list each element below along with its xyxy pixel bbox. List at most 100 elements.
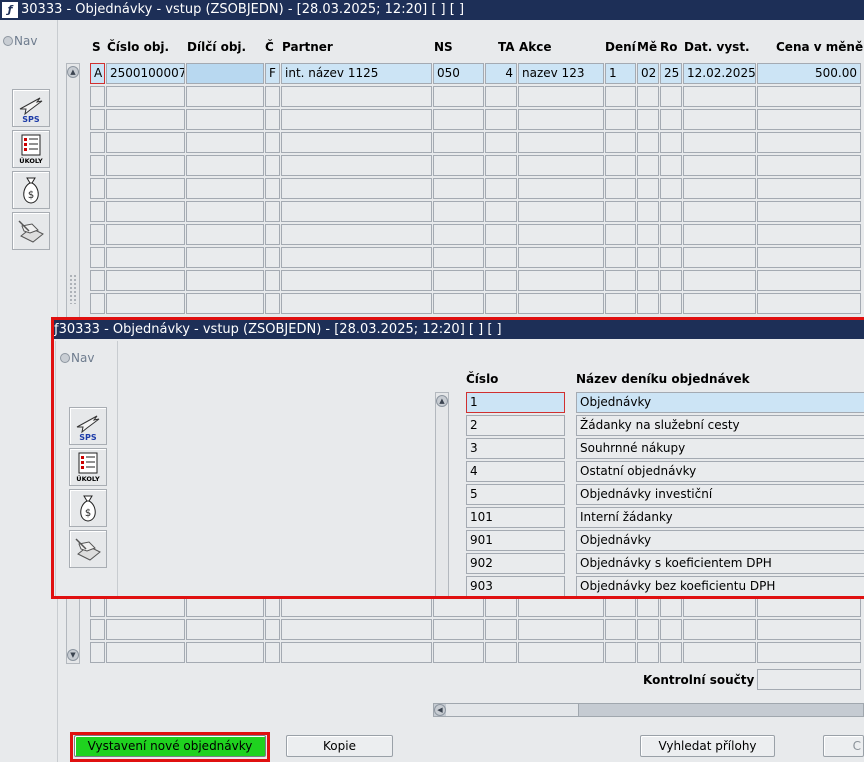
cell-deni[interactable] xyxy=(605,293,636,314)
cell-me[interactable] xyxy=(637,155,659,176)
cell-akce[interactable] xyxy=(518,178,604,199)
cell-c[interactable] xyxy=(265,247,280,268)
cell-c[interactable] xyxy=(265,178,280,199)
cell-partner[interactable] xyxy=(281,270,432,291)
inner-sign-document-button[interactable] xyxy=(69,530,107,568)
cell-dat-vyst[interactable] xyxy=(683,619,756,640)
cell-cena[interactable] xyxy=(757,86,861,107)
journal-number-cell[interactable]: 101 xyxy=(466,507,565,528)
sps-button[interactable]: SPS xyxy=(12,89,50,127)
cell-deni[interactable] xyxy=(605,596,636,617)
cell-dilci-obj[interactable] xyxy=(186,132,264,153)
cell-akce[interactable] xyxy=(518,155,604,176)
cell-deni[interactable] xyxy=(605,247,636,268)
cell-dilci-obj[interactable] xyxy=(186,178,264,199)
cell-akce[interactable] xyxy=(518,224,604,245)
cell-ta[interactable] xyxy=(485,293,517,314)
cell-deni[interactable]: 1 xyxy=(605,63,636,84)
cell-dilci-obj[interactable] xyxy=(186,247,264,268)
cell-cislo-obj[interactable]: 2500100007 xyxy=(106,63,185,84)
cell-c[interactable] xyxy=(265,201,280,222)
cell-cena[interactable] xyxy=(757,132,861,153)
cell-dat-vyst[interactable] xyxy=(683,109,756,130)
cell-partner[interactable] xyxy=(281,201,432,222)
cell-s[interactable] xyxy=(90,132,105,153)
lov-vertical-scrollbar[interactable]: ▲ xyxy=(435,392,449,596)
journal-number-cell[interactable]: 1 xyxy=(466,392,565,413)
cell-me[interactable] xyxy=(637,86,659,107)
cell-ns[interactable] xyxy=(433,132,484,153)
cell-cena[interactable] xyxy=(757,642,861,663)
journal-name-cell[interactable]: Interní žádanky xyxy=(576,507,864,528)
cell-partner[interactable] xyxy=(281,155,432,176)
cell-c[interactable] xyxy=(265,270,280,291)
cell-ro[interactable] xyxy=(660,642,682,663)
cell-cena[interactable] xyxy=(757,293,861,314)
cell-ro[interactable] xyxy=(660,155,682,176)
cell-ro[interactable] xyxy=(660,293,682,314)
cell-dilci-obj[interactable] xyxy=(186,109,264,130)
journal-name-cell[interactable]: Objednávky xyxy=(576,392,864,413)
cell-ns[interactable] xyxy=(433,293,484,314)
cell-me[interactable] xyxy=(637,247,659,268)
cell-partner[interactable] xyxy=(281,596,432,617)
cell-partner[interactable] xyxy=(281,132,432,153)
cell-s[interactable] xyxy=(90,596,105,617)
cell-me[interactable] xyxy=(637,270,659,291)
cell-dilci-obj[interactable] xyxy=(186,642,264,663)
cell-me[interactable] xyxy=(637,109,659,130)
cell-ns[interactable]: 050 xyxy=(433,63,484,84)
journal-number-cell[interactable]: 903 xyxy=(466,576,565,596)
cell-partner[interactable] xyxy=(281,109,432,130)
cell-me[interactable] xyxy=(637,224,659,245)
cell-deni[interactable] xyxy=(605,619,636,640)
cell-cena[interactable] xyxy=(757,201,861,222)
cell-s[interactable]: A xyxy=(90,63,105,84)
cell-cislo-obj[interactable] xyxy=(106,642,185,663)
cell-me[interactable] xyxy=(637,293,659,314)
cell-c[interactable] xyxy=(265,224,280,245)
cell-c[interactable] xyxy=(265,109,280,130)
cell-partner[interactable] xyxy=(281,247,432,268)
cell-cislo-obj[interactable] xyxy=(106,224,185,245)
cell-dat-vyst[interactable] xyxy=(683,270,756,291)
journal-number-cell[interactable]: 3 xyxy=(466,438,565,459)
cell-dat-vyst[interactable] xyxy=(683,201,756,222)
cell-cislo-obj[interactable] xyxy=(106,178,185,199)
cell-partner[interactable] xyxy=(281,619,432,640)
cell-partner[interactable] xyxy=(281,178,432,199)
cell-ro[interactable] xyxy=(660,178,682,199)
cell-ns[interactable] xyxy=(433,201,484,222)
cell-dilci-obj[interactable] xyxy=(186,63,264,84)
journal-name-cell[interactable]: Žádanky na služební cesty xyxy=(576,415,864,436)
cell-ns[interactable] xyxy=(433,596,484,617)
cell-partner[interactable] xyxy=(281,86,432,107)
cell-dat-vyst[interactable] xyxy=(683,178,756,199)
cell-c[interactable] xyxy=(265,642,280,663)
cell-dat-vyst[interactable] xyxy=(683,247,756,268)
journal-name-cell[interactable]: Ostatní objednávky xyxy=(576,461,864,482)
cell-cislo-obj[interactable] xyxy=(106,201,185,222)
cell-akce[interactable] xyxy=(518,109,604,130)
cell-akce[interactable] xyxy=(518,293,604,314)
cell-dat-vyst[interactable] xyxy=(683,86,756,107)
cell-deni[interactable] xyxy=(605,270,636,291)
cell-s[interactable] xyxy=(90,201,105,222)
cell-me[interactable] xyxy=(637,178,659,199)
cell-s[interactable] xyxy=(90,247,105,268)
cell-c[interactable]: F xyxy=(265,63,280,84)
scroll-up-icon[interactable]: ▲ xyxy=(436,395,448,407)
cell-me[interactable]: 02 xyxy=(637,63,659,84)
scroll-up-icon[interactable]: ▲ xyxy=(67,66,79,78)
cell-cislo-obj[interactable] xyxy=(106,596,185,617)
cell-s[interactable] xyxy=(90,293,105,314)
cell-cislo-obj[interactable] xyxy=(106,86,185,107)
cell-cislo-obj[interactable] xyxy=(106,293,185,314)
cell-deni[interactable] xyxy=(605,109,636,130)
cell-cena[interactable] xyxy=(757,619,861,640)
cell-ro[interactable] xyxy=(660,132,682,153)
cell-ns[interactable] xyxy=(433,642,484,663)
cell-ns[interactable] xyxy=(433,86,484,107)
cell-akce[interactable] xyxy=(518,201,604,222)
cell-cislo-obj[interactable] xyxy=(106,270,185,291)
